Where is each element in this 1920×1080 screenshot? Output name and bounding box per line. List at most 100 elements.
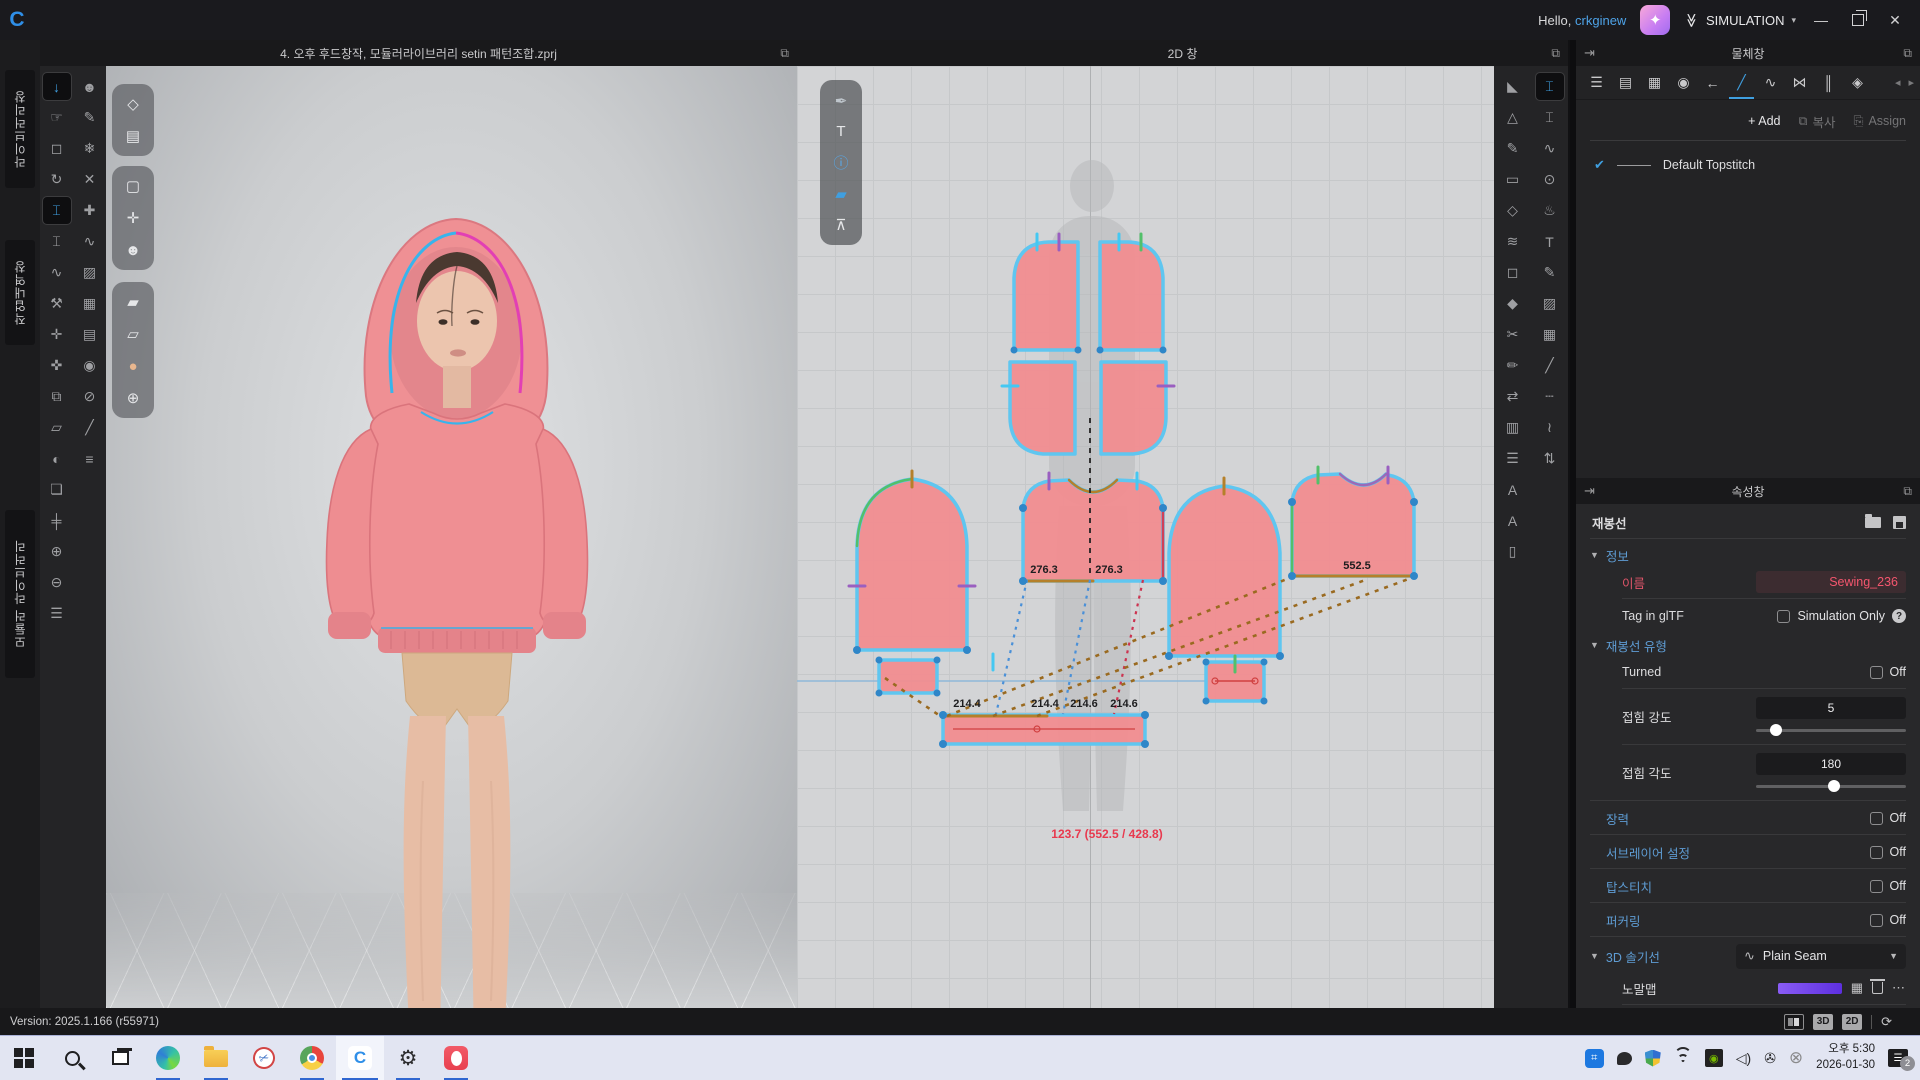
task-view-button[interactable] xyxy=(96,1036,144,1080)
menu-item[interactable] xyxy=(138,12,164,27)
assign-button[interactable]: ⎘ Assign xyxy=(1853,114,1906,129)
fold-arrangement-tool[interactable]: ⧉ xyxy=(43,383,71,410)
taskbar-explorer[interactable] xyxy=(192,1036,240,1080)
seam-type-dropdown[interactable]: ∿ Plain Seam ▼ xyxy=(1736,944,1906,969)
copy-button[interactable]: ⧉ 복사 xyxy=(1799,112,1836,131)
texture-tab[interactable]: ▦ xyxy=(1640,68,1669,98)
topstitch-list-item[interactable]: ✔ Default Topstitch xyxy=(1576,150,1920,180)
view-2d-button[interactable]: 2D xyxy=(1842,1014,1862,1030)
tension-checkbox[interactable] xyxy=(1870,812,1883,825)
button-tool[interactable]: ⊕ xyxy=(43,538,71,565)
float-window-icon[interactable]: ⧉ xyxy=(780,46,789,61)
fabric-view[interactable]: ▰ xyxy=(118,288,148,316)
zipper-tab[interactable]: ║ xyxy=(1814,68,1843,98)
pattern-pieces[interactable] xyxy=(857,242,1414,744)
grain-tool[interactable]: ≡ xyxy=(76,445,104,472)
tab-history-window[interactable]: 작업내역창 xyxy=(5,240,35,345)
help-icon[interactable]: ? xyxy=(1892,609,1906,623)
globe-map-view[interactable]: ⊕ xyxy=(118,384,148,412)
rectangle-pattern-tool[interactable]: ▭ xyxy=(1499,166,1527,193)
lock-pattern-tool[interactable]: ⊼ xyxy=(827,211,855,238)
pin-display-view[interactable]: ✛ xyxy=(118,204,148,232)
nvidia-tray-icon[interactable]: ◉ xyxy=(1705,1049,1723,1067)
layer-tool[interactable]: ❏ xyxy=(43,476,71,503)
free-sew-tool[interactable]: ⌶ xyxy=(43,228,71,255)
texture-brush-2d-tool[interactable]: ✎ xyxy=(1536,259,1564,286)
start-button[interactable] xyxy=(0,1036,48,1080)
disconnected-tray-icon[interactable]: ⊗ xyxy=(1789,1048,1803,1068)
topstitch-2d-tool[interactable]: ╱ xyxy=(1536,352,1564,379)
sew-on-avatar-tool[interactable]: ⚒ xyxy=(43,290,71,317)
taskbar-red-app[interactable] xyxy=(432,1036,480,1080)
taskbar-edge[interactable] xyxy=(144,1036,192,1080)
split-view-button[interactable] xyxy=(1784,1014,1804,1030)
taskbar-snipping[interactable]: ✂ xyxy=(240,1036,288,1080)
topstitch-tab[interactable]: ╱ xyxy=(1727,68,1756,98)
dart-tool[interactable]: ◆ xyxy=(1499,290,1527,317)
restore-button[interactable] xyxy=(1852,14,1864,26)
tack-brush-tool[interactable]: ✚ xyxy=(76,197,104,224)
menu-item[interactable] xyxy=(346,12,372,27)
menu-item[interactable] xyxy=(60,12,86,27)
menu-item[interactable] xyxy=(34,12,60,27)
gltf-checkbox[interactable] xyxy=(1777,610,1790,623)
search-button[interactable] xyxy=(48,1036,96,1080)
simulation-mode-selector[interactable]: ≫ SIMULATION ▾ xyxy=(1684,12,1796,29)
menu-item[interactable] xyxy=(86,12,112,27)
taskbar-chrome[interactable] xyxy=(288,1036,336,1080)
seam3d-group-header[interactable]: 3D 솔기선 xyxy=(1606,947,1660,966)
polygon-pattern-tool[interactable]: ◇ xyxy=(1499,197,1527,224)
device-tray-icon[interactable]: ✇ xyxy=(1764,1050,1776,1067)
scene-list-tab[interactable]: ☰ xyxy=(1582,68,1611,98)
pin-tool[interactable]: ✛ xyxy=(43,321,71,348)
text-tool[interactable]: A xyxy=(1499,476,1527,503)
seam-tape-tool[interactable]: ⊘ xyxy=(76,383,104,410)
segment-sew-tool[interactable]: ⌶ xyxy=(43,197,71,224)
binding-tool[interactable]: ▯ xyxy=(1499,538,1527,565)
menu-item[interactable] xyxy=(112,12,138,27)
fabric-view-2d-toggle[interactable]: ▰ xyxy=(827,180,855,207)
measure-tool[interactable]: ☰ xyxy=(43,600,71,627)
seam-type-group-header[interactable]: ▼ 재봉선 유형 xyxy=(1576,634,1920,656)
puckering-checkbox[interactable] xyxy=(1870,914,1883,927)
topstitch-checkbox[interactable] xyxy=(1870,880,1883,893)
gravity-tool[interactable]: ↓ xyxy=(43,73,71,100)
fold-view[interactable]: ▱ xyxy=(118,320,148,348)
turned-checkbox[interactable] xyxy=(1870,666,1883,679)
marquee-select-tool[interactable]: ◻ xyxy=(43,135,71,162)
box-select-tool[interactable]: ◻ xyxy=(1499,259,1527,286)
avatar-3d[interactable] xyxy=(271,161,631,1008)
info-group-header[interactable]: ▼ 정보 xyxy=(1576,544,1920,566)
fabric-tab[interactable]: ▤ xyxy=(1611,68,1640,98)
close-button[interactable]: ✕ xyxy=(1884,12,1906,29)
minimize-button[interactable]: — xyxy=(1810,12,1832,28)
pin-box-tool[interactable]: ✜ xyxy=(43,352,71,379)
show-garment-2d-toggle[interactable]: T xyxy=(827,118,855,145)
pin-tab[interactable]: ← xyxy=(1698,68,1727,98)
buttonhole-tool[interactable]: ⊖ xyxy=(43,569,71,596)
grain-line-2d-tool[interactable]: ⇅ xyxy=(1536,445,1564,472)
shirring-tool[interactable]: ≋ xyxy=(1499,228,1527,255)
menu-item[interactable] xyxy=(320,12,346,27)
puckering-2d-tool[interactable]: ≀ xyxy=(1536,414,1564,441)
basting-2d-tool[interactable]: ┄ xyxy=(1536,383,1564,410)
uv-pattern-2d-tool[interactable]: ▨ xyxy=(1536,290,1564,317)
taskbar-clo3d[interactable]: C xyxy=(336,1036,384,1080)
tab-modular-library[interactable]: 모듈러 라이브러리 xyxy=(5,510,35,678)
normalmap-swatch[interactable] xyxy=(1778,983,1842,994)
export-pattern-tool[interactable]: ▱ xyxy=(43,414,71,441)
menu-item[interactable] xyxy=(372,12,398,27)
hand-tool[interactable]: ☞ xyxy=(43,104,71,131)
solidify-brush-tool[interactable]: ✎ xyxy=(76,104,104,131)
fold-strength-slider[interactable] xyxy=(1756,724,1906,736)
normalmap-delete-icon[interactable] xyxy=(1872,982,1883,994)
stitch-view-tool[interactable]: ╱ xyxy=(76,414,104,441)
trim-tab[interactable]: ◈ xyxy=(1843,68,1872,98)
name-field[interactable]: Sewing_236 xyxy=(1756,571,1906,593)
rotate-garment-tool[interactable]: ↻ xyxy=(43,166,71,193)
zipper-tool[interactable]: ╪ xyxy=(43,507,71,534)
crop-tool-tray-icon[interactable]: ⌗ xyxy=(1585,1049,1604,1068)
uv-check-tool[interactable]: ▦ xyxy=(76,290,104,317)
add-button[interactable]: + Add xyxy=(1748,114,1780,128)
view-3d-button[interactable]: 3D xyxy=(1813,1014,1833,1030)
